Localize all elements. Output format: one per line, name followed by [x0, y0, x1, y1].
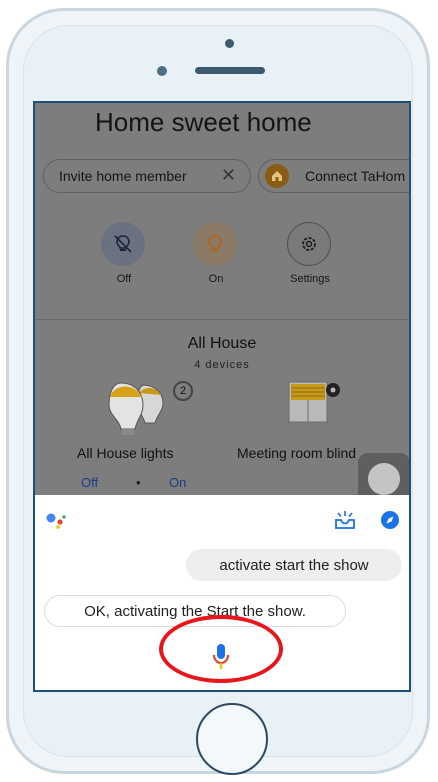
close-icon[interactable]: ✕ — [221, 165, 236, 186]
assistive-touch-knob — [368, 463, 400, 495]
house-icon — [265, 164, 289, 188]
room-title: All House — [187, 335, 257, 352]
assistant-panel: activate start the show OK, activating t… — [35, 495, 409, 690]
proximity-sensor — [157, 66, 167, 76]
settings-button[interactable] — [287, 222, 331, 266]
user-message-bubble: activate start the show — [186, 549, 402, 581]
earpiece-speaker — [195, 67, 265, 74]
section-divider — [35, 319, 409, 320]
inbox-icon[interactable] — [333, 509, 357, 531]
assistant-reply-bubble: OK, activating the Start the show. — [44, 595, 346, 627]
settings-label: Settings — [290, 273, 330, 285]
room-device-count: 4 devices — [194, 359, 250, 371]
lightbulb-group-icon[interactable] — [99, 379, 171, 439]
all-off-button[interactable] — [101, 222, 145, 266]
blind-device-label[interactable]: Meeting room blind — [237, 445, 356, 461]
invite-chip-label: Invite home member — [59, 168, 187, 184]
lightbulb-on-icon — [208, 235, 222, 251]
microphone-icon[interactable] — [211, 643, 231, 671]
all-off-label: Off — [116, 273, 132, 285]
connect-chip-label: Connect TaHom — [305, 168, 406, 184]
all-on-button[interactable] — [193, 222, 237, 266]
lightbulb-off-icon — [114, 235, 132, 253]
compass-icon[interactable] — [380, 510, 400, 530]
phone-screen: Home sweet home Invite home member ✕ Con… — [33, 101, 411, 692]
home-app-background: Home sweet home Invite home member ✕ Con… — [35, 103, 409, 505]
lights-count-badge: 2 — [173, 381, 193, 401]
invite-home-member-chip[interactable]: Invite home member ✕ — [43, 159, 251, 193]
lights-device-label[interactable]: All House lights — [77, 445, 174, 461]
blind-icon[interactable] — [287, 378, 345, 428]
front-camera — [225, 39, 234, 48]
toggle-separator: • — [136, 475, 141, 490]
lights-on-button[interactable]: On — [169, 475, 186, 490]
all-on-label: On — [208, 273, 224, 285]
google-assistant-icon — [46, 513, 66, 529]
gear-icon — [302, 237, 316, 251]
home-button[interactable] — [196, 703, 268, 775]
page-title: Home sweet home — [95, 107, 312, 137]
lights-off-button[interactable]: Off — [81, 475, 98, 490]
connect-tahoma-chip[interactable]: Connect TaHom — [258, 159, 409, 193]
